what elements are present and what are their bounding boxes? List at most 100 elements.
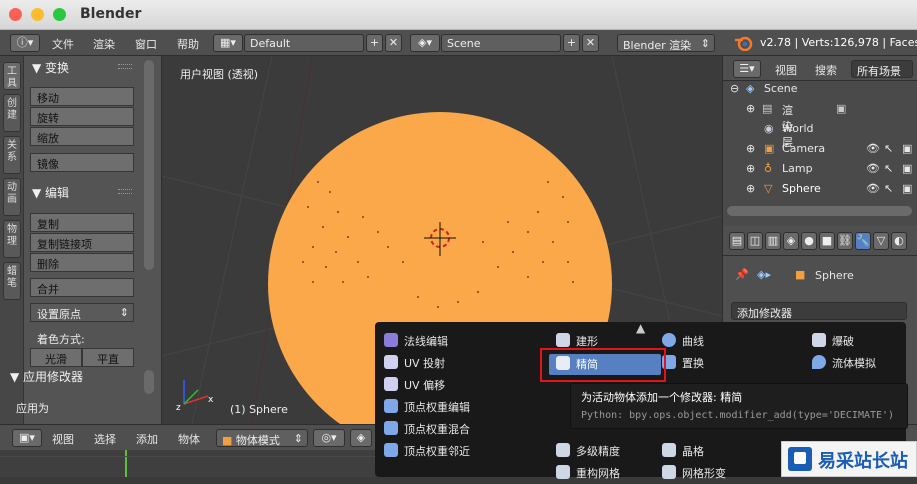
expand-icon[interactable]: ⊕: [746, 162, 755, 175]
join-button[interactable]: 合并: [30, 278, 134, 297]
tool-shelf-scrollbar[interactable]: [144, 370, 154, 394]
minimize-window-button[interactable]: [31, 8, 44, 21]
modifier-lattice[interactable]: 晶格: [662, 442, 704, 462]
screen-layout-field[interactable]: Default: [244, 34, 364, 52]
modifier-displace[interactable]: 置换: [662, 354, 704, 374]
shade-smooth-button[interactable]: 光滑: [30, 348, 82, 367]
modifier-multiresolution[interactable]: 多级精度: [556, 442, 620, 462]
add-screen-icon[interactable]: +: [366, 34, 383, 52]
data-tab-icon[interactable]: ▽: [873, 232, 889, 250]
select-arrow-icon[interactable]: ↖: [884, 162, 893, 175]
object-tab-icon[interactable]: ■: [819, 232, 835, 250]
add-scene-icon[interactable]: +: [563, 34, 580, 52]
menu-file[interactable]: 文件: [52, 36, 74, 52]
tab-create[interactable]: 创建: [3, 94, 21, 132]
remove-screen-icon[interactable]: ✕: [385, 34, 402, 52]
tab-grease-pencil[interactable]: 蜡笔: [3, 262, 21, 300]
screen-layout-icon[interactable]: ▦▾: [213, 34, 243, 52]
shade-flat-button[interactable]: 平直: [82, 348, 134, 367]
mirror-button[interactable]: 镜像: [30, 153, 134, 172]
outliner-filter-select[interactable]: 所有场景: [851, 60, 913, 78]
render-camera-icon[interactable]: ▣: [902, 162, 912, 175]
menu-add[interactable]: 添加: [136, 431, 158, 447]
duplicate-button[interactable]: 复制: [30, 213, 134, 232]
modifier-vertex-weight-mix[interactable]: 顶点权重混合: [384, 420, 470, 440]
delete-button[interactable]: 删除: [30, 253, 134, 272]
modifier-explode[interactable]: 爆破: [812, 332, 854, 352]
scroll-up-arrow-icon[interactable]: ▲: [636, 321, 645, 335]
modifier-normal-edit[interactable]: 法线编辑: [384, 332, 448, 352]
modifier-tooltip: 为活动物体添加一个修改器: 精简 Python: bpy.ops.object.…: [570, 383, 908, 429]
drag-handle-icon[interactable]: [118, 64, 132, 69]
render-layers-tab-icon[interactable]: ▥: [765, 232, 781, 250]
outliner-scrollbar[interactable]: [727, 206, 912, 216]
modifier-vertex-weight-proximity[interactable]: 顶点权重邻近: [384, 442, 470, 462]
mode-select[interactable]: ■ 物体模式 ⇕: [216, 429, 308, 447]
expand-icon[interactable]: ⊕: [746, 102, 755, 115]
scene-tab-icon[interactable]: ◈: [783, 232, 799, 250]
tool-shelf-scrollbar[interactable]: [144, 60, 154, 270]
visibility-eye-icon[interactable]: 👁: [866, 142, 880, 155]
collapse-icon[interactable]: ⊖: [730, 82, 739, 95]
select-arrow-icon[interactable]: ↖: [884, 142, 893, 155]
render-camera-icon[interactable]: ▣: [902, 182, 912, 195]
modifier-remesh[interactable]: 重构网格: [556, 464, 620, 484]
constraints-tab-icon[interactable]: ⛓: [837, 232, 853, 250]
outliner-editor-icon[interactable]: ☰▾: [733, 60, 761, 78]
render-engine-select[interactable]: Blender 渲染 ⇕: [617, 34, 715, 52]
render-camera-icon[interactable]: ▣: [902, 142, 912, 155]
rotate-button[interactable]: 旋转: [30, 107, 134, 126]
3d-cursor-icon[interactable]: [420, 220, 460, 260]
add-modifier-button[interactable]: 添加修改器: [731, 302, 907, 320]
world-tab-icon[interactable]: ●: [801, 232, 817, 250]
editor-type-icon[interactable]: ▣▾: [12, 429, 42, 447]
menu-render[interactable]: 渲染: [93, 36, 115, 52]
modifier-uv-project[interactable]: UV 投射: [384, 354, 445, 374]
viewport-shading-icon[interactable]: ◎▾: [313, 429, 345, 447]
pivot-icon[interactable]: ◈: [350, 429, 372, 447]
tab-animation[interactable]: 动画: [3, 178, 21, 216]
menu-window[interactable]: 窗口: [135, 36, 157, 52]
scene-field[interactable]: Scene: [441, 34, 561, 52]
scale-button[interactable]: 缩放: [30, 127, 134, 146]
scene-icon[interactable]: ◈▾: [410, 34, 440, 52]
panel-edit-header[interactable]: ▼ 编辑: [32, 184, 69, 201]
outliner-view-menu[interactable]: 视图: [775, 62, 797, 78]
render-tab-icon[interactable]: ◫: [747, 232, 763, 250]
pin-icon[interactable]: 📌: [735, 268, 749, 281]
remove-scene-icon[interactable]: ✕: [582, 34, 599, 52]
outliner-search-menu[interactable]: 搜索: [815, 62, 837, 78]
modifier-mesh-deform[interactable]: 网格形变: [662, 464, 726, 484]
properties-editor-icon[interactable]: ▤: [729, 232, 745, 250]
set-origin-select[interactable]: 设置原点 ⇕: [30, 303, 134, 322]
visibility-eye-icon[interactable]: 👁: [866, 182, 880, 195]
drag-handle-icon[interactable]: [118, 189, 132, 194]
modifier-vertex-weight-edit[interactable]: 顶点权重编辑: [384, 398, 470, 418]
visibility-eye-icon[interactable]: 👁: [866, 162, 880, 175]
menu-help[interactable]: 帮助: [177, 36, 199, 52]
tab-physics[interactable]: 物理: [3, 220, 21, 258]
menu-view[interactable]: 视图: [52, 431, 74, 447]
duplicate-linked-button[interactable]: 复制链接项: [30, 233, 134, 252]
modifiers-tab-icon[interactable]: 🔧: [855, 232, 871, 250]
select-arrow-icon[interactable]: ↖: [884, 182, 893, 195]
panel-apply-modifier-header[interactable]: ▼ 应用修改器: [10, 368, 83, 385]
chevron-updown-icon: ⇕: [119, 306, 129, 319]
move-button[interactable]: 移动: [30, 87, 134, 106]
modifier-fluid-simulation[interactable]: 流体模拟: [812, 354, 876, 374]
tab-tools[interactable]: 工具: [3, 62, 21, 90]
close-window-button[interactable]: [9, 8, 22, 21]
tab-relations[interactable]: 关系: [3, 136, 21, 174]
expand-icon[interactable]: ⊕: [746, 182, 755, 195]
shading-label: 着色方式:: [37, 333, 85, 346]
menu-object[interactable]: 物体: [178, 431, 200, 447]
modifier-uv-warp[interactable]: UV 偏移: [384, 376, 445, 396]
material-tab-icon[interactable]: ◐: [891, 232, 907, 250]
current-frame-marker[interactable]: [125, 450, 127, 477]
expand-icon[interactable]: ⊕: [746, 142, 755, 155]
menu-select[interactable]: 选择: [94, 431, 116, 447]
maximize-window-button[interactable]: [53, 8, 66, 21]
panel-transform-header[interactable]: ▼ 变换: [32, 59, 69, 76]
modifier-curve[interactable]: 曲线: [662, 332, 704, 352]
editor-type-icon[interactable]: ⓘ▾: [10, 34, 40, 52]
